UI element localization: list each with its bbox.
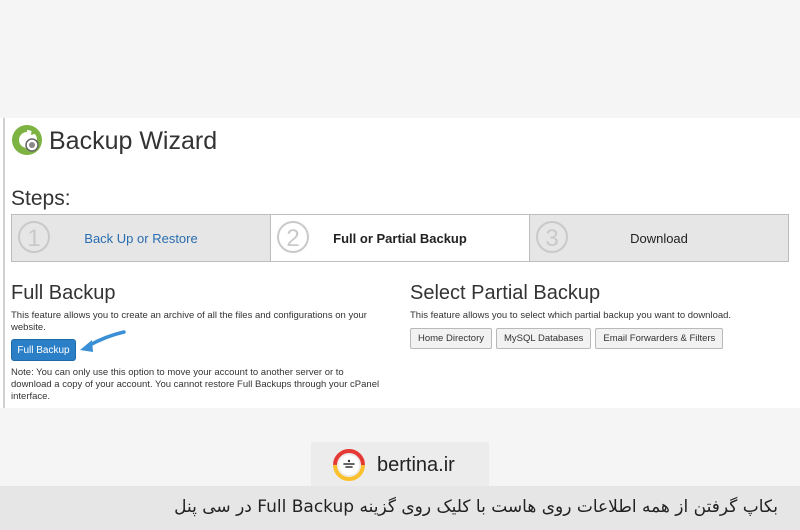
full-backup-heading: Full Backup xyxy=(11,282,116,304)
home-directory-button[interactable]: Home Directory xyxy=(410,328,492,349)
partial-backup-heading: Select Partial Backup xyxy=(410,282,601,304)
email-forwarders-filters-button[interactable]: Email Forwarders & Filters xyxy=(595,328,724,349)
backup-wizard-panel xyxy=(0,118,800,408)
brand-name: bertina.ir xyxy=(377,454,455,476)
caption-bar: بکاپ گرفتن از همه اطلاعات روی هاست با کل… xyxy=(0,486,800,530)
full-backup-description: This feature allows you to create an arc… xyxy=(11,310,367,333)
full-backup-note: Note: You can only use this option to mo… xyxy=(11,367,380,402)
step-number: 3 xyxy=(536,221,568,253)
step-label: Download xyxy=(630,230,688,246)
step-number: 1 xyxy=(18,221,50,253)
partial-backup-buttons: Home Directory MySQL Databases Email For… xyxy=(410,328,724,349)
caption-text: بکاپ گرفتن از همه اطلاعات روی هاست با کل… xyxy=(174,497,778,517)
step-download: 3 Download xyxy=(529,215,788,261)
steps-bar: 1 Back Up or Restore 2 Full or Partial B… xyxy=(11,214,789,262)
step-full-or-partial-backup: 2 Full or Partial Backup xyxy=(270,215,529,261)
page-title: Backup Wizard xyxy=(49,127,218,155)
panel-left-border xyxy=(3,118,5,408)
step-back-up-or-restore[interactable]: 1 Back Up or Restore xyxy=(12,215,270,261)
bertina-logo-icon xyxy=(333,449,365,481)
pointer-arrow-icon xyxy=(80,330,126,352)
steps-heading: Steps: xyxy=(11,187,71,210)
mysql-databases-button[interactable]: MySQL Databases xyxy=(496,328,592,349)
step-label-link[interactable]: Back Up or Restore xyxy=(84,231,197,246)
step-label: Full or Partial Backup xyxy=(333,230,467,246)
backup-wizard-icon xyxy=(12,125,42,155)
brand-watermark: bertina.ir xyxy=(311,442,489,488)
step-number: 2 xyxy=(277,221,309,253)
partial-backup-description: This feature allows you to select which … xyxy=(410,310,732,321)
full-backup-button[interactable]: Full Backup xyxy=(11,339,76,361)
